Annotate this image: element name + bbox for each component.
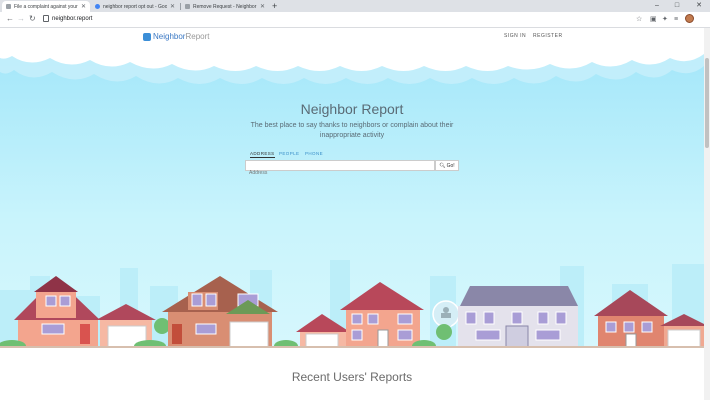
close-icon[interactable]: ✕ xyxy=(170,3,175,10)
new-tab-button[interactable]: + xyxy=(272,1,277,11)
go-button[interactable]: 🔍︎ Go! xyxy=(435,160,459,171)
search-icon: 🔍︎ xyxy=(439,162,446,169)
browser-tab-2[interactable]: neighbor report opt out - Googl ✕ xyxy=(91,1,179,12)
tab-phone[interactable]: PHONE xyxy=(305,151,323,156)
star-icon[interactable]: ☆ xyxy=(636,15,642,24)
globe-icon xyxy=(185,4,190,9)
browser-toolbar: ← → ↻ neighbor.report ☆ ▣ ✦ ≡ xyxy=(0,12,710,28)
tab-strip: File a complaint against your ne ✕ neigh… xyxy=(0,0,710,12)
close-window-button[interactable]: ✕ xyxy=(692,0,706,11)
reload-icon[interactable]: ↻ xyxy=(29,14,36,24)
tab-title: File a complaint against your ne xyxy=(14,3,78,10)
browser-tab-3[interactable]: Remove Request - Neighbor rep ✕ xyxy=(181,1,269,12)
lock-icon[interactable] xyxy=(43,15,49,22)
page-title: Neighbor Report xyxy=(300,101,404,117)
tab-people[interactable]: PEOPLE xyxy=(279,151,299,156)
recent-reports-heading: Recent Users' Reports xyxy=(291,370,413,384)
list-icon[interactable]: ≡ xyxy=(674,15,678,24)
signin-link[interactable]: SIGN IN xyxy=(504,33,526,39)
tab-title: Remove Request - Neighbor rep xyxy=(193,3,257,10)
minimize-button[interactable]: – xyxy=(650,0,664,11)
back-icon[interactable]: ← xyxy=(6,14,14,24)
register-link[interactable]: REGISTER xyxy=(533,33,563,39)
sky-illustration xyxy=(0,28,704,348)
address-input[interactable] xyxy=(246,168,432,178)
address-bar[interactable]: neighbor.report xyxy=(52,15,92,24)
tab-title: neighbor report opt out - Googl xyxy=(103,3,167,10)
page-viewport: Neighbor Report SIGN IN REGISTER Neighbor… xyxy=(0,28,704,400)
close-icon[interactable]: ✕ xyxy=(260,3,265,10)
search-box xyxy=(245,160,435,178)
browser-tab-1[interactable]: File a complaint against your ne ✕ xyxy=(2,1,90,12)
logo-icon xyxy=(143,32,151,41)
go-label: Go! xyxy=(446,162,455,169)
puzzle-icon[interactable]: ✦ xyxy=(662,15,668,24)
maximize-button[interactable]: □ xyxy=(670,0,684,11)
forward-icon[interactable]: → xyxy=(17,14,25,24)
close-icon[interactable]: ✕ xyxy=(81,3,86,10)
globe-icon xyxy=(6,4,11,9)
extension-icon[interactable]: ▣ xyxy=(650,15,657,24)
brand-report: Report xyxy=(185,32,210,41)
brand-neighbor: Neighbor xyxy=(153,32,186,41)
scrollbar[interactable] xyxy=(704,28,710,400)
page-subtitle: The best place to say thanks to neighbor… xyxy=(250,122,454,139)
site-logo[interactable]: Neighbor Report xyxy=(143,32,209,41)
scrollbar-thumb[interactable] xyxy=(705,58,709,148)
profile-avatar[interactable] xyxy=(685,14,694,23)
google-icon xyxy=(95,4,100,9)
hero-background xyxy=(0,28,704,348)
tab-address[interactable]: ADDRESS xyxy=(250,151,275,158)
